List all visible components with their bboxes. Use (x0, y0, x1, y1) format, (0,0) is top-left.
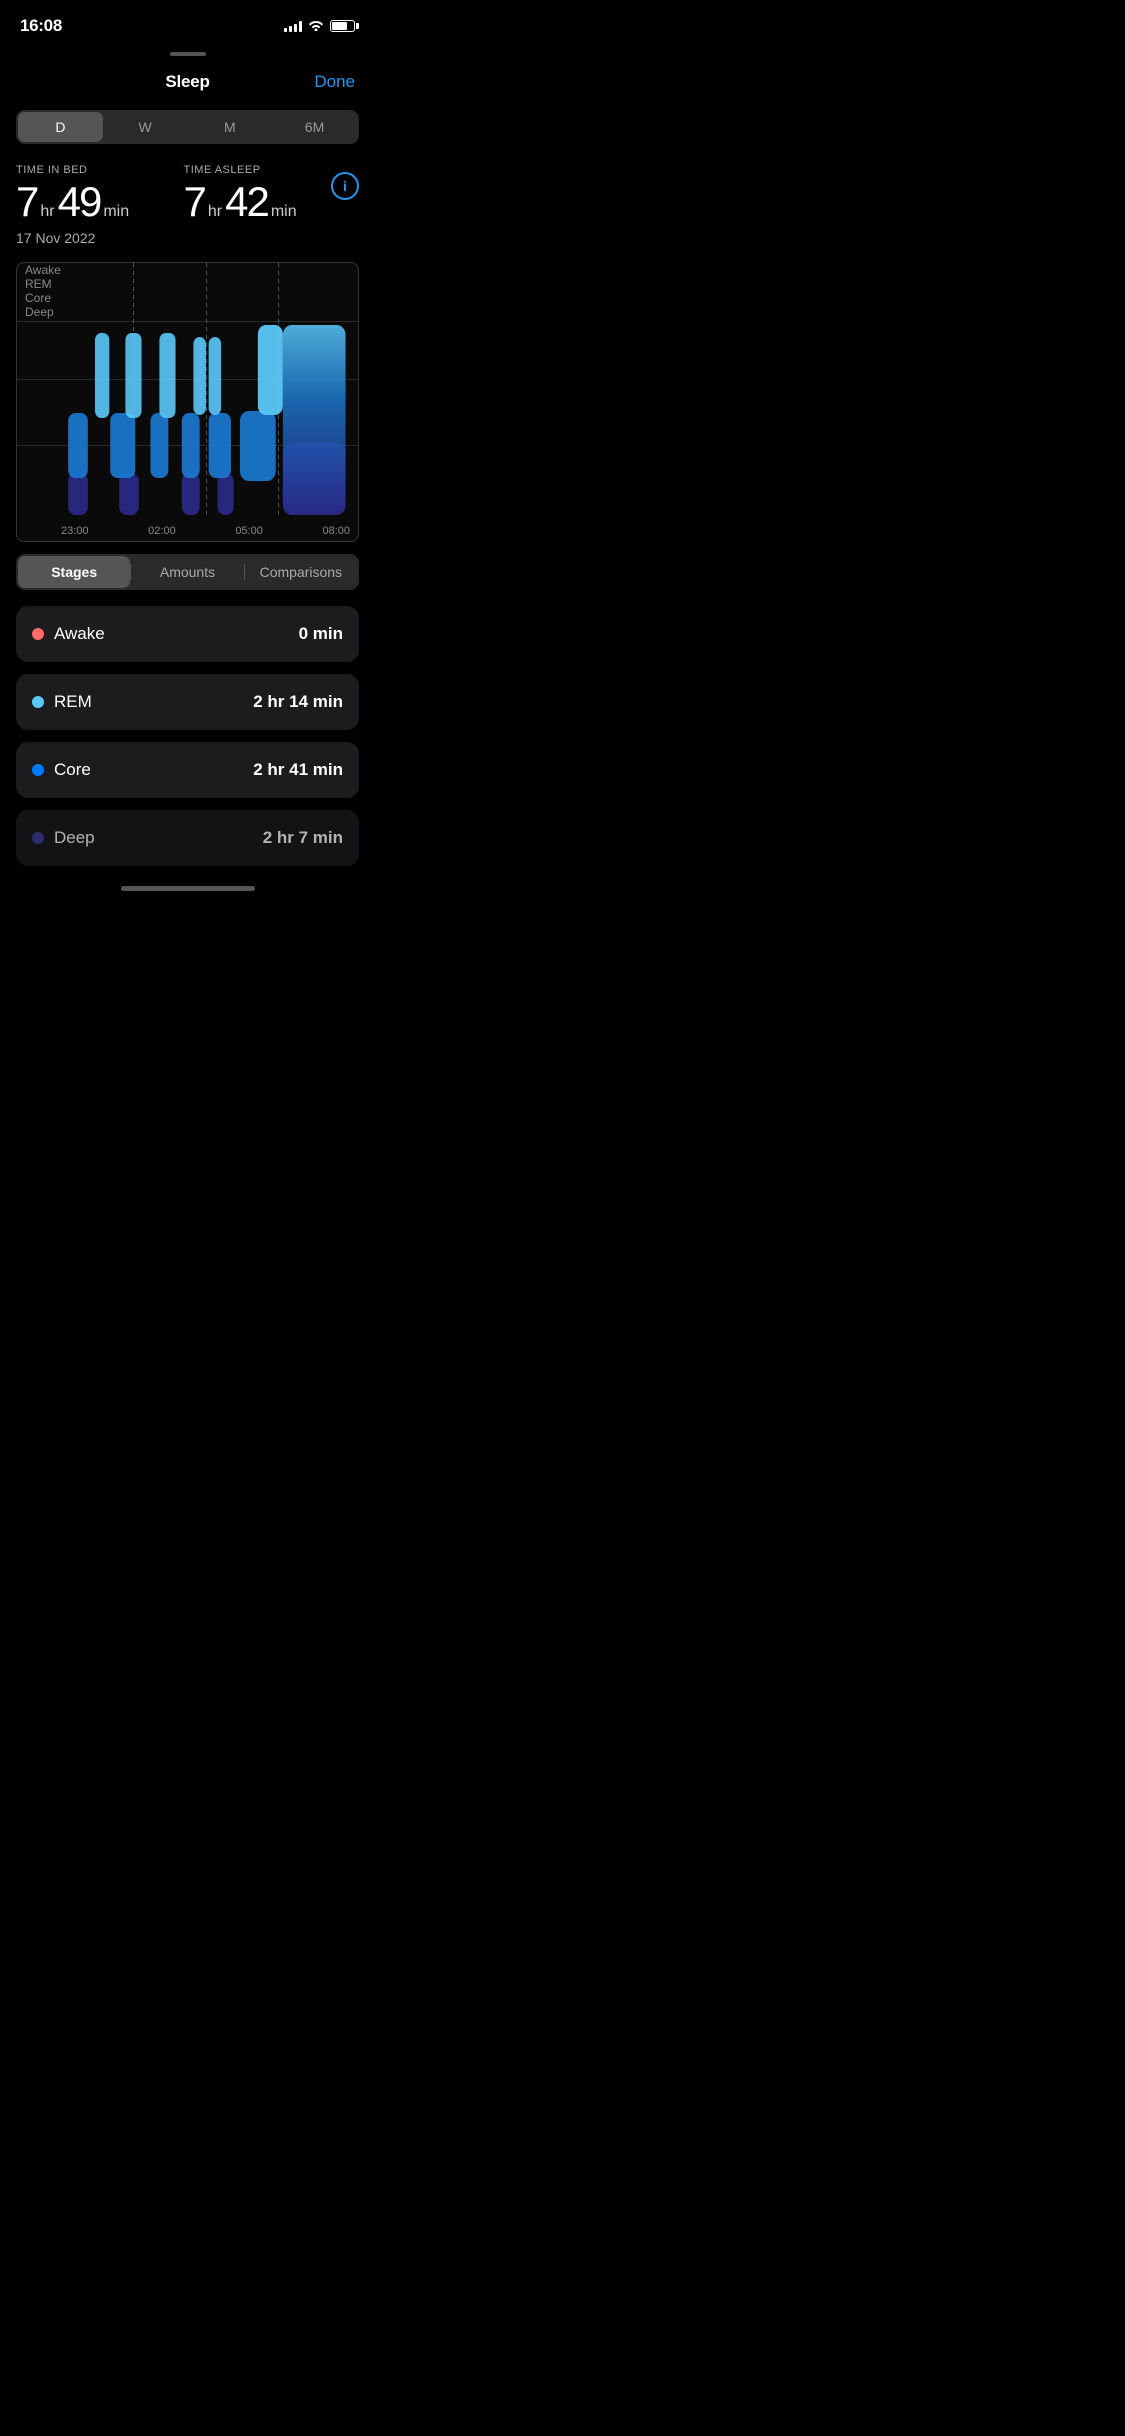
deep-value: 2 hr 7 min (263, 828, 343, 848)
nav-title: Sleep (165, 72, 209, 92)
time-asleep-block: TIME ASLEEP 7 hr 42 min (184, 164, 332, 226)
time-label-2300: 23:00 (61, 525, 89, 537)
signal-icon (284, 20, 302, 32)
time-asleep-hr: 7 (184, 178, 205, 226)
deep-label: Deep (54, 828, 95, 848)
chart-time-labels: 23:00 02:00 05:00 08:00 (61, 525, 350, 537)
time-label-0200: 02:00 (148, 525, 176, 537)
tab-comparisons[interactable]: Comparisons (245, 556, 357, 588)
chart-label-core: Core (17, 291, 61, 305)
time-in-bed-hr-unit: hr (40, 203, 54, 221)
chart-label-awake: Awake (17, 263, 61, 277)
stage-card-core[interactable]: Core 2 hr 41 min (16, 742, 359, 798)
core-label: Core (54, 760, 91, 780)
period-btn-6m[interactable]: 6M (272, 112, 357, 142)
deep-dot (32, 832, 44, 844)
status-time: 16:08 (20, 16, 62, 36)
period-btn-m[interactable]: M (188, 112, 273, 142)
time-asleep-value: 7 hr 42 min (184, 178, 332, 226)
time-label-0500: 05:00 (235, 525, 263, 537)
period-selector: D W M 6M (16, 110, 359, 144)
time-asleep-hr-unit: hr (208, 203, 222, 221)
awake-dot (32, 628, 44, 640)
done-button[interactable]: Done (314, 72, 355, 92)
stage-card-rem[interactable]: REM 2 hr 14 min (16, 674, 359, 730)
rem-value: 2 hr 14 min (253, 692, 343, 712)
time-in-bed-label: TIME IN BED (16, 164, 164, 176)
chart-label-deep: Deep (17, 305, 61, 319)
sleep-stages-svg (61, 263, 350, 519)
chart-label-rem: REM (17, 277, 61, 291)
date-label: 17 Nov 2022 (16, 230, 359, 246)
time-in-bed-min: 49 (58, 178, 101, 226)
stats-section: TIME IN BED 7 hr 49 min TIME ASLEEP 7 hr… (0, 160, 375, 258)
battery-icon (330, 20, 355, 32)
wifi-icon (308, 19, 324, 34)
core-value: 2 hr 41 min (253, 760, 343, 780)
time-in-bed-hr: 7 (16, 178, 37, 226)
core-dot (32, 764, 44, 776)
nav-bar: Sleep Done (0, 60, 375, 100)
awake-label: Awake (54, 624, 105, 644)
bottom-tabs: Stages Amounts Comparisons (16, 554, 359, 590)
info-button[interactable]: i (331, 172, 359, 200)
tab-amounts[interactable]: Amounts (131, 556, 243, 588)
stage-cards: Awake 0 min REM 2 hr 14 min Core 2 hr 41… (0, 606, 375, 866)
time-asleep-min-unit: min (271, 203, 297, 221)
time-in-bed-value: 7 hr 49 min (16, 178, 164, 226)
period-btn-d[interactable]: D (18, 112, 103, 142)
time-asleep-label: TIME ASLEEP (184, 164, 332, 176)
time-label-0800: 08:00 (322, 525, 350, 537)
period-btn-w[interactable]: W (103, 112, 188, 142)
time-asleep-min: 42 (225, 178, 268, 226)
home-indicator (0, 878, 375, 895)
rem-dot (32, 696, 44, 708)
stage-card-awake[interactable]: Awake 0 min (16, 606, 359, 662)
stage-card-deep[interactable]: Deep 2 hr 7 min (16, 810, 359, 866)
tab-stages[interactable]: Stages (18, 556, 130, 588)
time-in-bed-min-unit: min (103, 203, 129, 221)
status-bar: 16:08 (0, 0, 375, 44)
time-in-bed-block: TIME IN BED 7 hr 49 min (16, 164, 164, 226)
status-icons (284, 19, 355, 34)
sheet-handle (0, 44, 375, 60)
awake-value: 0 min (299, 624, 343, 644)
sleep-chart: Awake REM Core Deep (16, 262, 359, 542)
rem-label: REM (54, 692, 92, 712)
